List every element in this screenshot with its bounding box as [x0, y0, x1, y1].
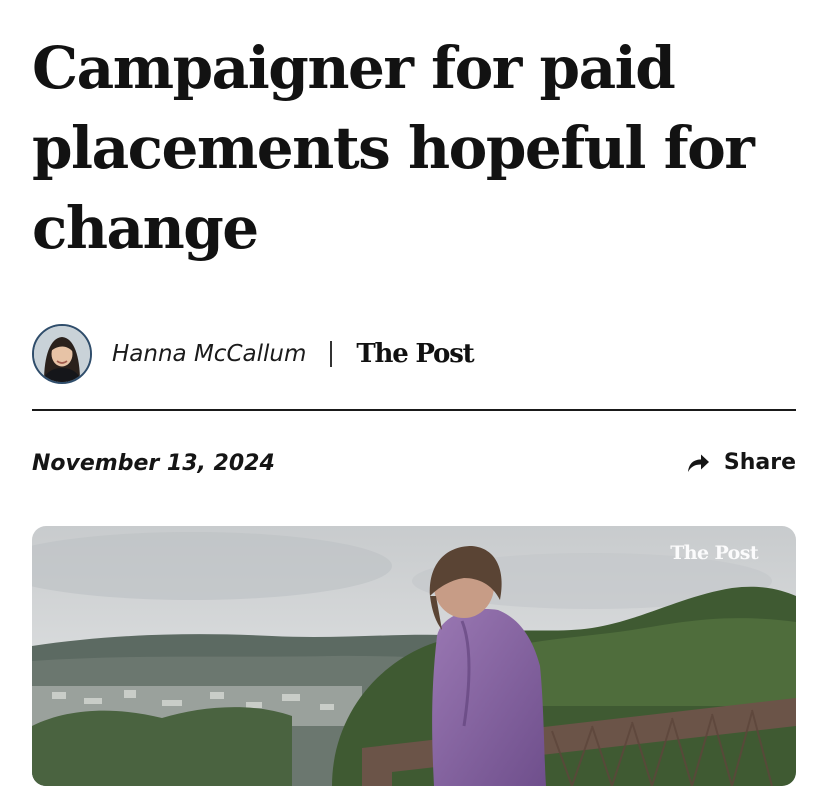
article-headline: Campaigner for paid placements hopeful f…: [32, 34, 755, 262]
hero-image[interactable]: The Post: [32, 526, 796, 786]
byline-rule: [32, 409, 796, 411]
image-watermark: The Post: [670, 542, 758, 564]
share-button[interactable]: Share: [686, 450, 796, 475]
hero-photo: [32, 526, 796, 786]
publication-name[interactable]: The Post: [356, 339, 474, 369]
byline: Hanna McCallum The Post: [32, 322, 475, 386]
avatar-portrait-icon: [34, 326, 90, 382]
share-label: Share: [723, 450, 796, 475]
publish-date: November 13, 2024: [32, 451, 275, 476]
author-avatar[interactable]: [32, 324, 92, 384]
share-arrow-icon: [687, 454, 709, 472]
article-page: Campaigner for paid placements hopeful f…: [0, 0, 828, 786]
byline-divider: [330, 341, 333, 367]
author-name-link[interactable]: Hanna McCallum: [112, 341, 306, 367]
